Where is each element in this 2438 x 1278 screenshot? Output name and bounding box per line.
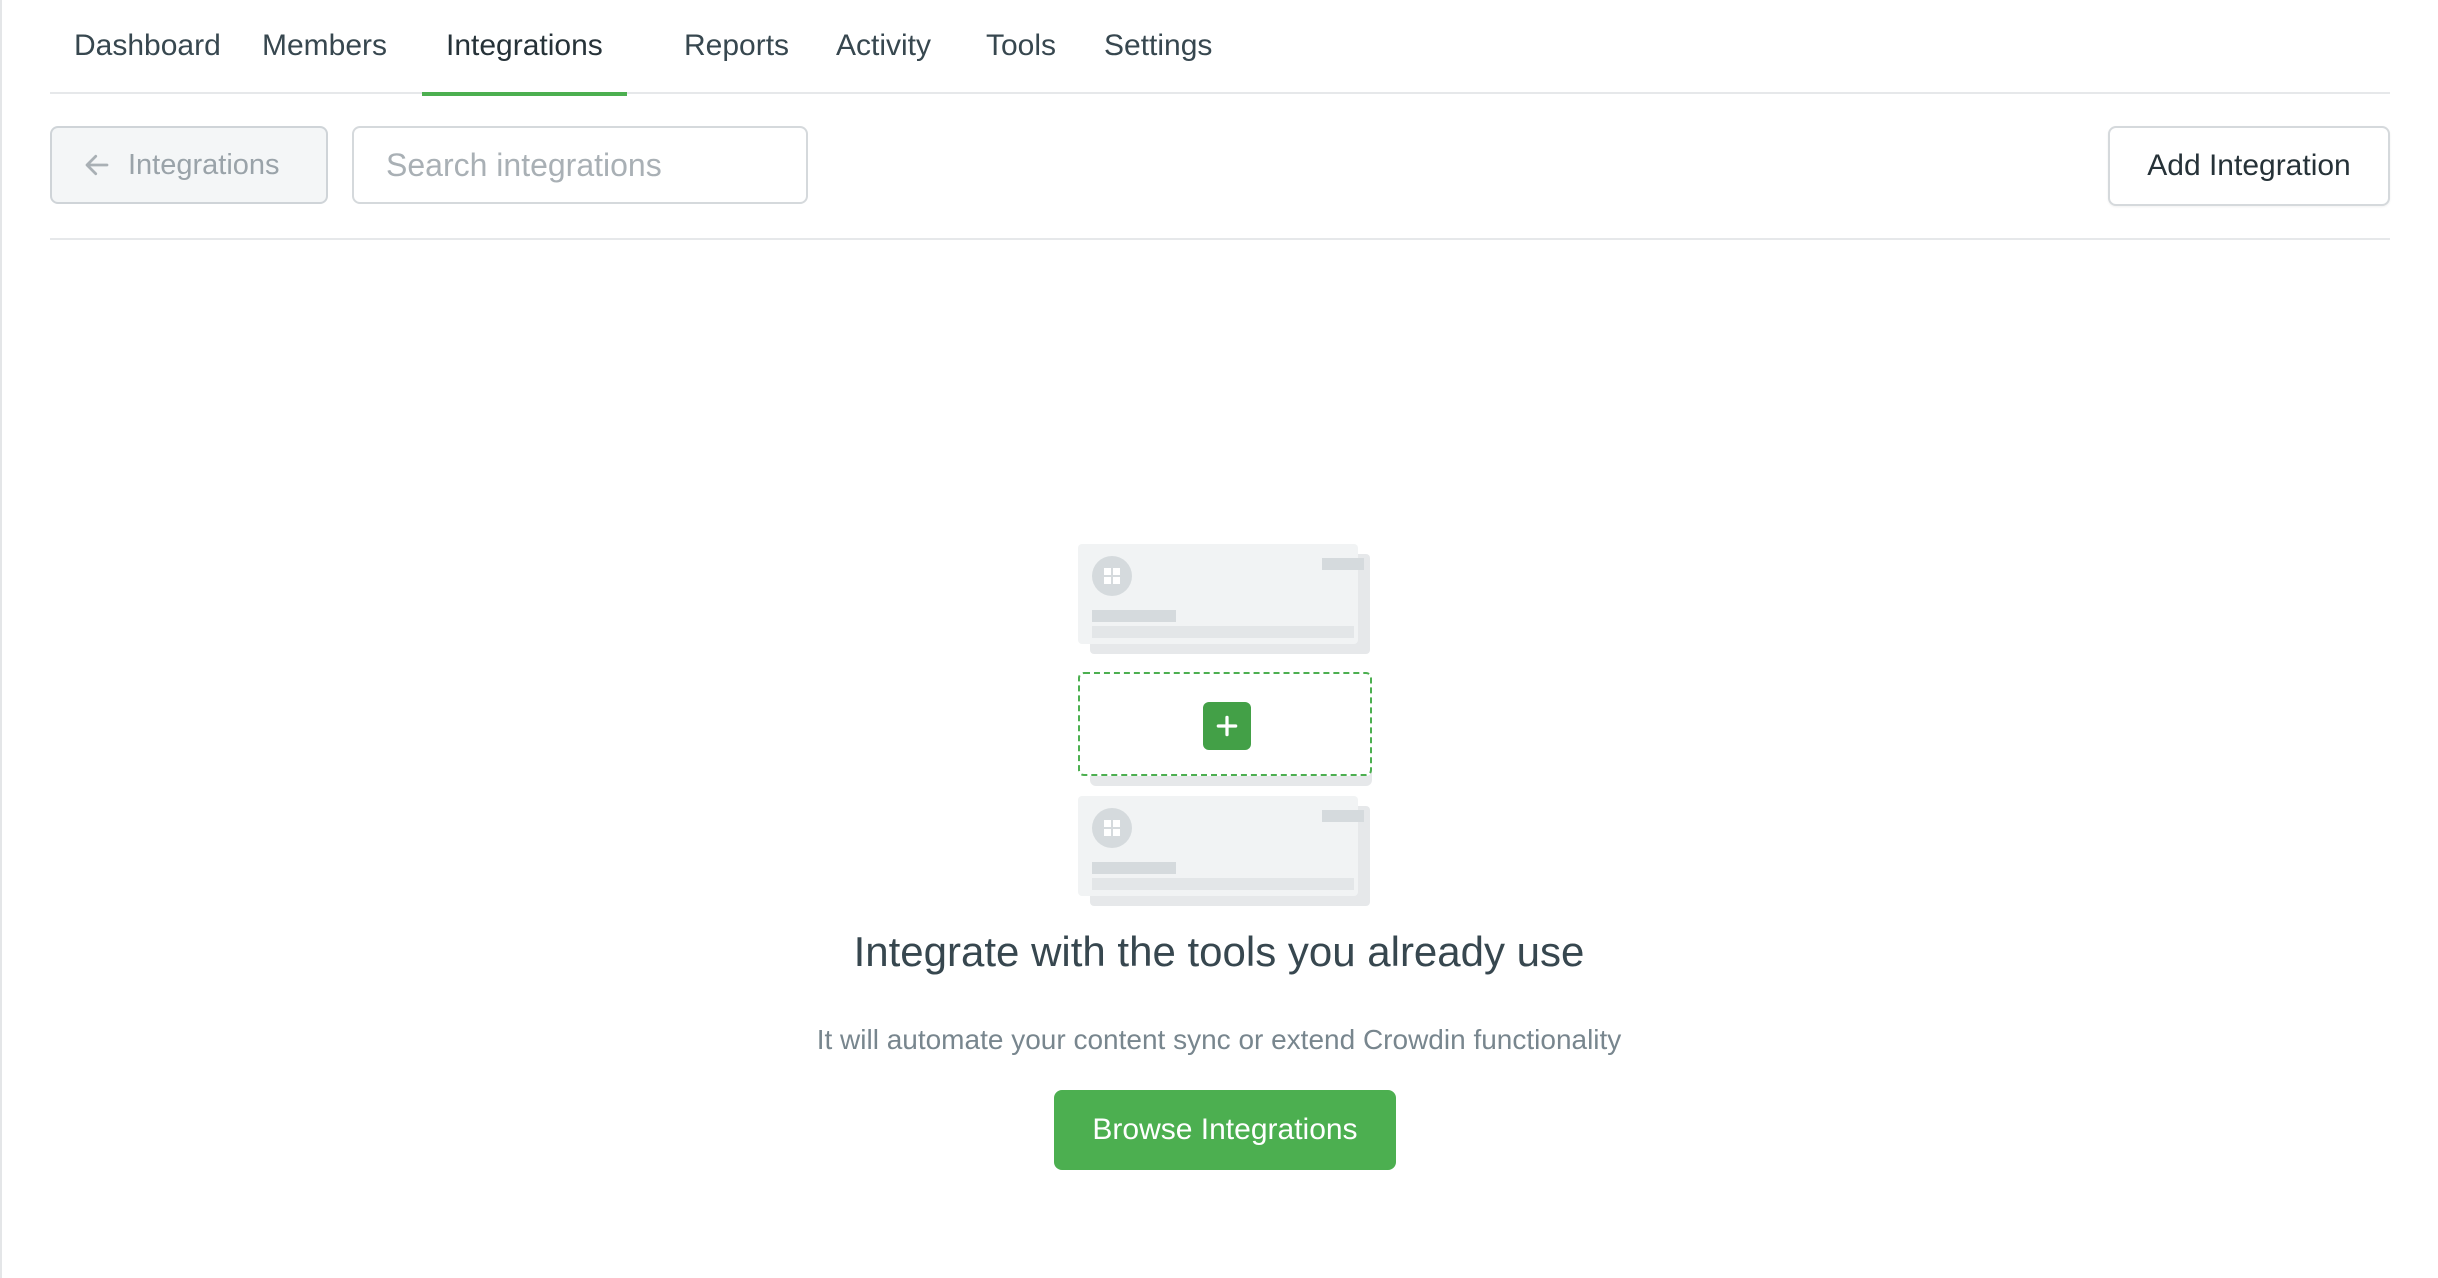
- placeholder-card: [1078, 544, 1370, 654]
- browse-integrations-label: Browse Integrations: [1092, 1113, 1358, 1146]
- grid-icon: [1092, 808, 1132, 848]
- left-border: [0, 0, 2, 1278]
- empty-state-title: Integrate with the tools you already use: [853, 928, 1585, 975]
- tab-members[interactable]: Members: [238, 26, 411, 94]
- tab-tools[interactable]: Tools: [962, 26, 1080, 94]
- tab-bar: Dashboard Members Integrations Reports A…: [50, 0, 2390, 96]
- add-integration-slot: [1078, 672, 1372, 786]
- tab-label: Reports: [684, 29, 790, 62]
- tab-label: Settings: [1104, 29, 1213, 62]
- tab-settings[interactable]: Settings: [1080, 26, 1236, 94]
- plus-icon: [1203, 702, 1251, 750]
- toolbar: Integrations Add Integration: [50, 126, 2390, 240]
- tab-label: Members: [262, 29, 388, 62]
- tab-label: Tools: [986, 29, 1057, 62]
- arrow-left-icon: [85, 154, 109, 176]
- empty-state-illustration: [1078, 544, 1380, 910]
- add-integration-button[interactable]: Add Integration: [2108, 126, 2390, 206]
- tab-label: Dashboard: [74, 29, 221, 62]
- browse-integrations-button[interactable]: Browse Integrations: [1054, 1090, 1396, 1170]
- tab-activity[interactable]: Activity: [812, 26, 955, 94]
- add-integration-label: Add Integration: [2147, 149, 2351, 182]
- back-to-integrations-button[interactable]: Integrations: [50, 126, 328, 204]
- search-input[interactable]: [352, 126, 808, 204]
- tab-integrations[interactable]: Integrations: [422, 26, 627, 96]
- tab-reports[interactable]: Reports: [660, 26, 813, 94]
- empty-state-subtitle: It will automate your content sync or ex…: [816, 1024, 1622, 1055]
- grid-icon: [1092, 556, 1132, 596]
- tab-label: Integrations: [446, 29, 603, 62]
- placeholder-card: [1078, 796, 1370, 906]
- tab-dashboard[interactable]: Dashboard: [50, 26, 245, 94]
- back-button-label: Integrations: [128, 148, 280, 181]
- tab-label: Activity: [836, 29, 932, 62]
